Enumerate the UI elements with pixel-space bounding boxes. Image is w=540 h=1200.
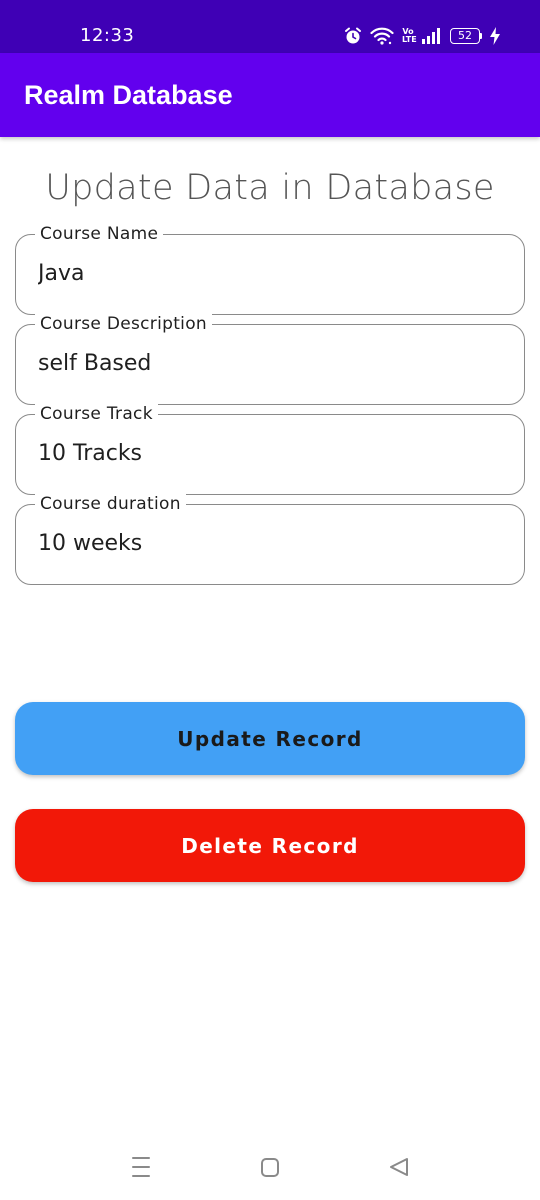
- page-heading: Update Data in Database: [45, 168, 495, 208]
- course-name-input[interactable]: [38, 261, 498, 286]
- alarm-icon: [344, 27, 362, 45]
- signal-icon: [422, 28, 442, 44]
- battery-tip: [480, 33, 482, 39]
- course-description-field[interactable]: Course Description: [15, 313, 525, 405]
- charging-icon: [490, 27, 500, 45]
- course-duration-field[interactable]: Course duration: [15, 493, 525, 585]
- wifi-icon: [370, 27, 394, 45]
- home-icon[interactable]: [260, 1156, 280, 1183]
- course-duration-label: Course duration: [35, 493, 186, 515]
- volte-line-lte: LTE: [402, 35, 417, 44]
- volte-icon: Vo LTE: [402, 28, 417, 44]
- screen: 12:33 Vo LTE 52 Realm Database Update Da…: [0, 0, 540, 1200]
- course-duration-input[interactable]: [38, 531, 498, 556]
- status-bar: 12:33 Vo LTE 52: [0, 0, 540, 53]
- recents-icon[interactable]: [131, 1156, 151, 1183]
- course-description-input[interactable]: [38, 351, 498, 376]
- update-record-button[interactable]: Update Record: [15, 702, 525, 775]
- course-name-label: Course Name: [35, 223, 164, 245]
- course-name-field[interactable]: Course Name: [15, 223, 525, 315]
- course-track-input[interactable]: [38, 441, 498, 466]
- battery-icon: 52: [450, 28, 482, 44]
- course-description-label: Course Description: [35, 313, 212, 335]
- delete-record-button[interactable]: Delete Record: [15, 809, 525, 882]
- app-bar: Realm Database: [0, 53, 540, 137]
- navigation-bar: [0, 1140, 540, 1200]
- status-icons: Vo LTE 52: [344, 22, 500, 50]
- battery-level: 52: [450, 28, 480, 44]
- course-track-field[interactable]: Course Track: [15, 403, 525, 495]
- course-track-label: Course Track: [35, 403, 158, 425]
- app-title: Realm Database: [24, 80, 233, 110]
- status-time: 12:33: [80, 25, 135, 46]
- back-icon[interactable]: [388, 1156, 410, 1183]
